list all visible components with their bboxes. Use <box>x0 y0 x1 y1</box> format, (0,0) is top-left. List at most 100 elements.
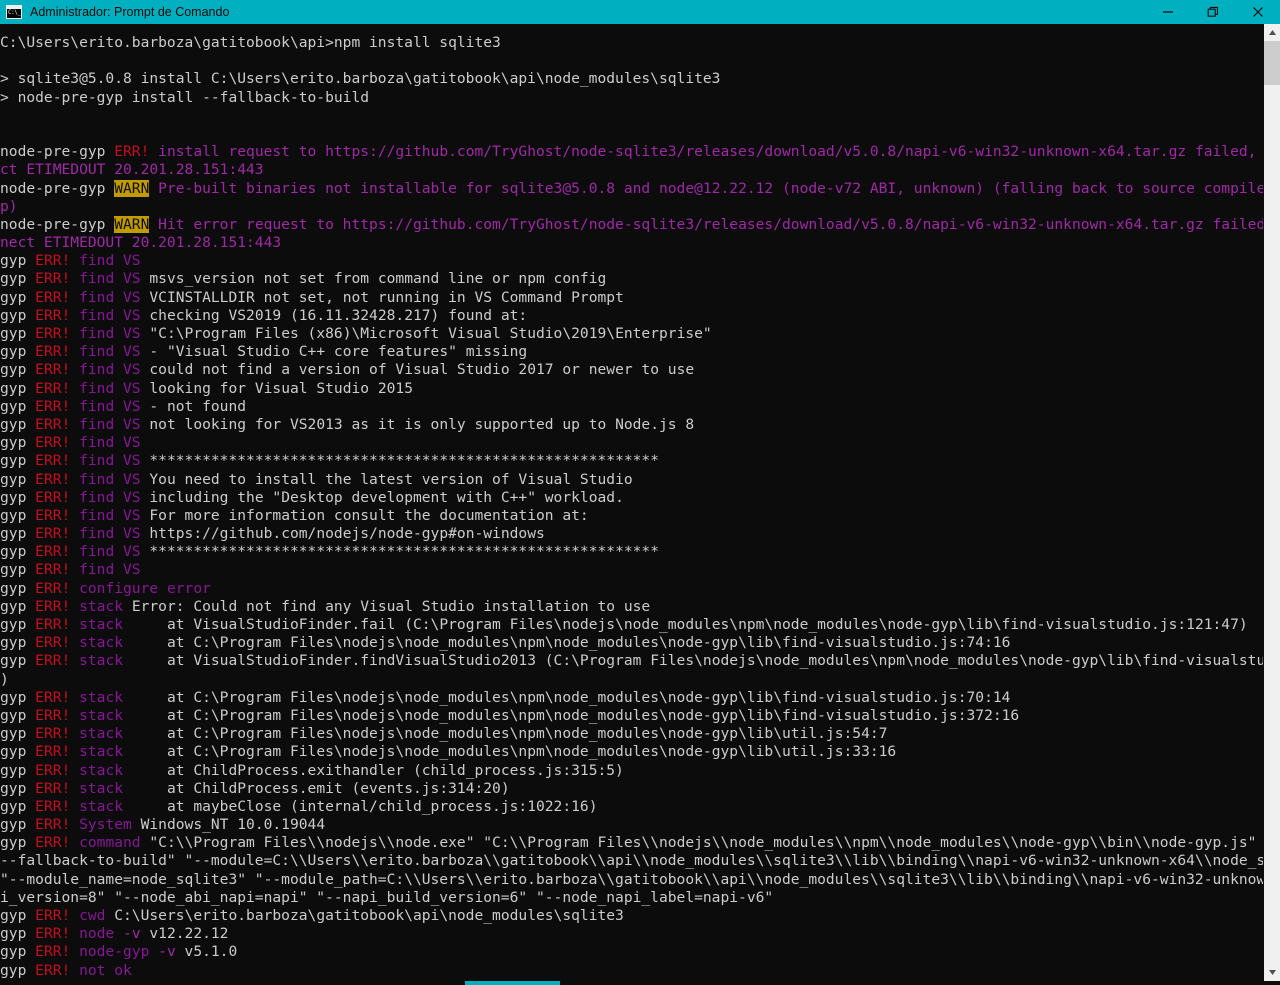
console-segment: "C:\Program Files (x86)\Microsoft Visual… <box>140 325 712 342</box>
console-line: gyp ERR! find VS looking for Visual Stud… <box>0 380 1263 398</box>
window-body: C:\Users\erito.barboza\gatitobook\api>np… <box>0 24 1280 981</box>
console-segment: find VS <box>79 488 141 506</box>
console-icon: C:\_ <box>6 5 22 19</box>
console-segment: find VS <box>79 343 141 361</box>
console-segment: could not find a version of Visual Studi… <box>140 361 695 379</box>
console-segment: p) <box>0 197 18 215</box>
console-line: gyp ERR! System Windows_NT 10.0.19044 <box>0 816 1263 834</box>
console-segment: at ChildProcess.exithandler (child_proce… <box>123 761 624 779</box>
console-line: gyp ERR! stack at C:\Program Files\nodej… <box>0 707 1263 725</box>
console-segment: stack <box>79 797 124 815</box>
console-segment: cwd <box>79 907 106 924</box>
console-segment: Hit error request to https://github.com/… <box>149 215 1263 233</box>
scrollbar-track[interactable] <box>1264 41 1280 964</box>
console-segment: gyp <box>0 907 36 924</box>
console-segment: find VS <box>79 288 141 306</box>
close-button[interactable] <box>1235 0 1280 24</box>
console-segment: gyp <box>0 816 36 834</box>
console-line: gyp ERR! find VS not looking for VS2013 … <box>0 416 1263 434</box>
console-segment: stack <box>79 706 124 724</box>
vertical-scrollbar[interactable] <box>1263 24 1280 981</box>
console-segment: gyp <box>0 616 36 633</box>
console-segment: find VS <box>79 252 141 270</box>
console-segment: find VS <box>79 379 141 397</box>
console-segment: ERR! <box>35 816 80 834</box>
console-segment: gyp <box>0 343 36 361</box>
console-segment: at maybeClose (internal/child_process.js… <box>123 797 598 815</box>
console-segment: gyp <box>0 361 36 379</box>
console-segment: at C:\Program Files\nodejs\node_modules\… <box>123 706 1020 724</box>
console-segment: ERR! <box>114 143 159 161</box>
console-line: --fallback-to-build" "--module=C:\\Users… <box>0 852 1263 870</box>
console-line: gyp ERR! find VS VCINSTALLDIR not set, n… <box>0 289 1263 307</box>
console-segment: find VS <box>79 306 141 324</box>
console-segment: looking for Visual Studio 2015 <box>140 379 413 397</box>
console-line: gyp ERR! stack at C:\Program Files\nodej… <box>0 725 1263 743</box>
console-segment: at VisualStudioFinder.fail (C:\Program F… <box>123 616 1248 633</box>
console-segment: ERR! <box>35 343 80 361</box>
console-segment: gyp <box>0 415 36 433</box>
console-line: "--module_name=node_sqlite3" "--module_p… <box>0 871 1263 889</box>
console-lines: C:\Users\erito.barboza\gatitobook\api>np… <box>0 24 1263 981</box>
console-segment: gyp <box>0 561 36 579</box>
console-segment: gyp <box>0 797 36 815</box>
console-line: gyp ERR! find VS - "Visual Studio C++ co… <box>0 343 1263 361</box>
console-segment: > sqlite3@5.0.8 install C:\Users\erito.b… <box>0 70 721 88</box>
console-line: gyp ERR! find VS could not find a versio… <box>0 361 1263 379</box>
console-segment: gyp <box>0 688 36 706</box>
console-segment: including the "Desktop development with … <box>140 488 624 506</box>
console-segment: gyp <box>0 652 36 670</box>
console-segment: gyp <box>0 397 36 415</box>
console-segment: gyp <box>0 779 36 797</box>
console-segment: gyp <box>0 961 36 979</box>
console-segment: install request to https://github.com/Tr… <box>158 143 1263 161</box>
console-line: gyp ERR! find VS checking VS2019 (16.11.… <box>0 307 1263 325</box>
console-segment: System <box>79 816 132 834</box>
console-line: C:\Users\erito.barboza\gatitobook\api>np… <box>0 34 1263 52</box>
console-segment: gyp <box>0 434 36 452</box>
console-segment: VCINSTALLDIR not set, not running in VS … <box>140 288 624 306</box>
console-segment: ERR! <box>35 306 80 324</box>
console-line: gyp ERR! find VS ***********************… <box>0 543 1263 561</box>
console-segment: ERR! <box>35 579 80 597</box>
console-segment: ERR! <box>35 525 80 543</box>
console-segment: Windows_NT 10.0.19044 <box>131 816 326 834</box>
console-segment: find VS <box>79 361 141 379</box>
console-icon-glyph: C:\_ <box>8 9 21 16</box>
console-segment: at VisualStudioFinder.findVisualStudio20… <box>123 652 1263 670</box>
scroll-down-arrow-icon[interactable] <box>1264 964 1280 981</box>
console-segment: not looking for VS2013 as it is only sup… <box>140 415 695 433</box>
console-line: gyp ERR! command "C:\\Program Files\\nod… <box>0 834 1263 852</box>
console-segment: stack <box>79 652 124 670</box>
console-segment: msvs_version not set from command line o… <box>140 270 607 288</box>
console-line: gyp ERR! find VS For more information co… <box>0 507 1263 525</box>
console-segment: ERR! <box>35 688 80 706</box>
scroll-up-arrow-icon[interactable] <box>1264 24 1280 41</box>
restore-button[interactable] <box>1190 0 1235 24</box>
console-segment: gyp <box>0 470 36 488</box>
console-line: gyp ERR! find VS - not found <box>0 398 1263 416</box>
console-segment: gyp <box>0 925 36 943</box>
window-bottom-edge <box>0 981 1280 985</box>
console-line: p) <box>0 198 1263 216</box>
console-segment: ERR! <box>35 252 80 270</box>
console-line: gyp ERR! find VS <box>0 252 1263 270</box>
console-segment: gyp <box>0 452 36 470</box>
console-output-area[interactable]: C:\Users\erito.barboza\gatitobook\api>np… <box>0 24 1263 981</box>
console-segment: ERR! <box>35 434 80 452</box>
console-segment: gyp <box>0 725 36 743</box>
console-segment: stack <box>79 616 124 633</box>
console-segment: stack <box>79 761 124 779</box>
console-segment: gyp <box>0 288 36 306</box>
console-segment: ERR! <box>35 270 80 288</box>
scrollbar-thumb[interactable] <box>1264 41 1280 85</box>
console-segment: find VS <box>79 561 141 579</box>
console-segment: stack <box>79 597 124 615</box>
console-segment: --fallback-to-build" "--module=C:\\Users… <box>0 852 1263 870</box>
window-titlebar[interactable]: C:\_ Administrador: Prompt de Comando <box>0 0 1280 24</box>
console-segment: ERR! <box>35 543 80 561</box>
console-line: gyp ERR! find VS ***********************… <box>0 452 1263 470</box>
minimize-button[interactable] <box>1145 0 1190 24</box>
